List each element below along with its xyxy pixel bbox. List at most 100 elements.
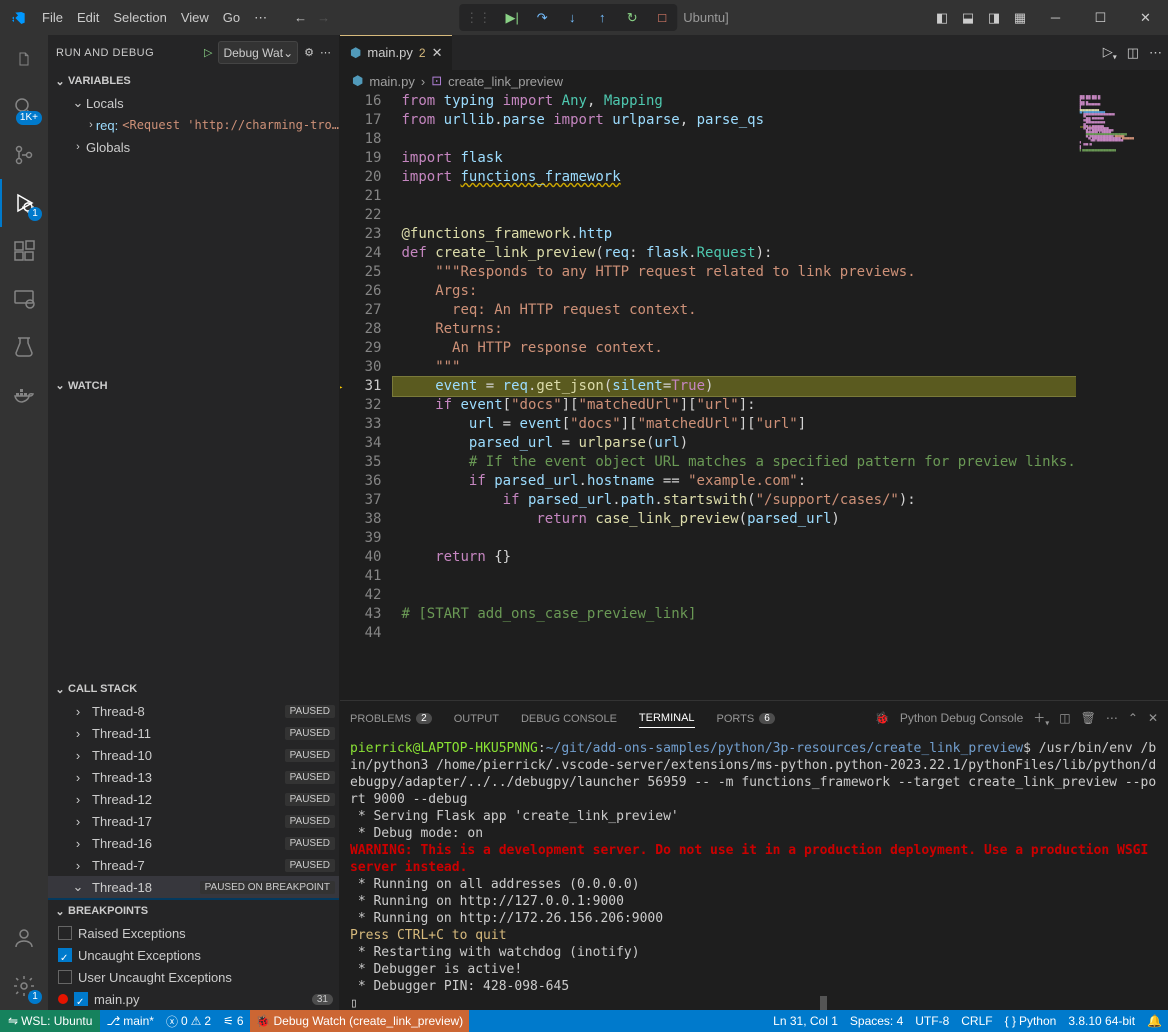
cursor-position[interactable]: Ln 31, Col 1 [767,1010,844,1032]
thread-row[interactable]: ›Thread-12PAUSED [48,788,339,810]
more-terminal-icon[interactable]: ⋯ [1106,711,1118,725]
menu-go[interactable]: Go [216,0,247,35]
split-terminal-icon[interactable]: ◫ [1059,711,1070,725]
bottom-panel: PROBLEMS2 OUTPUT DEBUG CONSOLE TERMINAL … [340,700,1168,1010]
tab-debug-console[interactable]: DEBUG CONSOLE [521,710,617,728]
minimap[interactable]: ████ ████ ████ ██████ ████ ████ ███████ … [1076,92,1168,700]
menu-edit[interactable]: Edit [70,0,106,35]
breakpoint-option[interactable]: Raised Exceptions [48,922,339,944]
section-variables[interactable]: ⌄ VARIABLES [48,70,339,92]
run-icon[interactable]: ▷▾ [1103,44,1117,62]
nav-back-icon[interactable]: ← [294,10,307,25]
problems-status[interactable]: ⓧ0 ⚠2 [160,1010,217,1032]
debug-terminal-icon: 🐞 [875,711,890,725]
menu-bar: File Edit Selection View Go ⋯ [35,0,274,35]
thread-row[interactable]: ›Thread-13PAUSED [48,766,339,788]
activity-bar: 1K+ 1 1 [0,35,48,1010]
extensions-icon[interactable] [0,227,48,275]
layout-panel-icon[interactable]: ⬓ [955,0,981,35]
section-watch[interactable]: ⌄ WATCH [48,375,339,397]
vscode-logo [0,0,35,35]
section-breakpoints[interactable]: ⌄ BREAKPOINTS [48,900,339,922]
scope-globals[interactable]: ›Globals [48,136,339,158]
thread-row[interactable]: ›Thread-16PAUSED [48,832,339,854]
language-mode[interactable]: { } Python [999,1010,1063,1032]
step-over-icon[interactable]: ↷ [527,4,557,31]
tab-terminal[interactable]: TERMINAL [639,709,695,728]
tab-problems[interactable]: PROBLEMS2 [350,710,432,728]
remote-explorer-icon[interactable] [0,275,48,323]
encoding[interactable]: UTF-8 [909,1010,955,1032]
debug-status[interactable]: 🐞Debug Watch (create_link_preview) [250,1010,470,1032]
thread-row[interactable]: ›Thread-11PAUSED [48,722,339,744]
editor-group: ⬢ main.py 2 ✕ ▷▾ ◫ ⋯ ⬢ main.py › ⊡ creat… [340,35,1168,1010]
accounts-icon[interactable] [0,914,48,962]
bug-icon: 🐞 [256,1014,271,1028]
code-editor[interactable]: 16171819202122232425262728293031▶3233343… [340,92,1168,700]
variable-req[interactable]: ›req:<Request 'http://charming-tro… [48,114,339,136]
window-minimize[interactable]: ─ [1033,0,1078,35]
branch-button[interactable]: ⎇main* [100,1010,160,1032]
indentation[interactable]: Spaces: 4 [844,1010,909,1032]
scm-icon[interactable] [0,131,48,179]
breakpoint-option[interactable]: User Uncaught Exceptions [48,966,339,988]
new-terminal-icon[interactable]: ＋▾ [1033,709,1049,727]
run-debug-icon[interactable]: 1 [0,179,48,227]
close-panel-icon[interactable]: ✕ [1148,711,1158,725]
debug-config-select[interactable]: Debug Wat ⌄ [218,41,298,64]
search-icon[interactable]: 1K+ [0,83,48,131]
settings-icon[interactable]: 1 [0,962,48,1010]
thread-row[interactable]: ›Thread-17PAUSED [48,810,339,832]
stop-icon[interactable]: □ [647,4,677,31]
customize-layout-icon[interactable]: ▦ [1007,0,1033,35]
terminal[interactable]: pierrick@LAPTOP-HKU5PNNG:~/git/add-ons-s… [340,736,1168,1010]
testing-icon[interactable] [0,323,48,371]
tab-output[interactable]: OUTPUT [454,710,499,728]
step-into-icon[interactable]: ↓ [557,4,587,31]
tab-main-py[interactable]: ⬢ main.py 2 ✕ [340,35,453,70]
explorer-icon[interactable] [0,35,48,83]
menu-file[interactable]: File [35,0,70,35]
tab-ports[interactable]: PORTS6 [717,710,775,728]
thread-row[interactable]: ›Thread-7PAUSED [48,854,339,876]
python-file-icon: ⬢ [352,73,363,89]
maximize-panel-icon[interactable]: ⌃ [1128,711,1138,725]
breadcrumbs[interactable]: ⬢ main.py › ⊡ create_link_preview [340,70,1168,92]
start-debug-icon[interactable]: ▷ [204,46,212,59]
breakpoint-option[interactable]: ✓Uncaught Exceptions [48,944,339,966]
ports-status[interactable]: ⚟6 [217,1010,249,1032]
restart-icon[interactable]: ↻ [617,4,647,31]
split-editor-icon[interactable]: ◫ [1127,45,1139,61]
terminal-label[interactable]: Python Debug Console [900,711,1023,725]
layout-primary-icon[interactable]: ◧ [929,0,955,35]
thread-row[interactable]: ⌄Thread-18PAUSED ON BREAKPOINT [48,876,339,898]
python-interpreter[interactable]: 3.8.10 64-bit [1062,1010,1141,1032]
layout-secondary-icon[interactable]: ◨ [981,0,1007,35]
more-actions-icon[interactable]: ⋯ [1149,45,1162,61]
step-out-icon[interactable]: ↑ [587,4,617,31]
eol[interactable]: CRLF [955,1010,998,1032]
remote-button[interactable]: ⇋WSL: Ubuntu [0,1010,100,1032]
menu-selection[interactable]: Selection [106,0,173,35]
docker-icon[interactable] [0,371,48,419]
nav-forward-icon[interactable]: → [317,10,330,25]
drag-handle-icon[interactable]: ⋮⋮ [459,10,497,26]
more-icon[interactable]: ⋯ [320,46,331,59]
kill-terminal-icon[interactable]: 🗑 [1081,711,1096,725]
notifications-icon[interactable]: 🔔 [1141,1010,1168,1032]
menu-more[interactable]: ⋯ [247,0,274,35]
close-tab-icon[interactable]: ✕ [432,45,443,61]
gear-icon[interactable]: ⚙ [304,46,314,59]
menu-view[interactable]: View [174,0,216,35]
window-close[interactable]: ✕ [1123,0,1168,35]
thread-row[interactable]: ›Thread-10PAUSED [48,744,339,766]
continue-icon[interactable]: ▶| [497,4,527,31]
debug-toolbar: ⋮⋮ ▶| ↷ ↓ ↑ ↻ □ [459,4,677,31]
vscode-icon [10,10,26,26]
section-callstack[interactable]: ⌄ CALL STACK [48,678,339,700]
breakpoint-file[interactable]: ✓main.py31 [48,988,339,1010]
window-maximize[interactable]: ☐ [1078,0,1123,35]
scope-locals[interactable]: ⌄Locals [48,92,339,114]
thread-row[interactable]: ›Thread-8PAUSED [48,700,339,722]
statusbar: ⇋WSL: Ubuntu ⎇main* ⓧ0 ⚠2 ⚟6 🐞Debug Watc… [0,1010,1168,1032]
